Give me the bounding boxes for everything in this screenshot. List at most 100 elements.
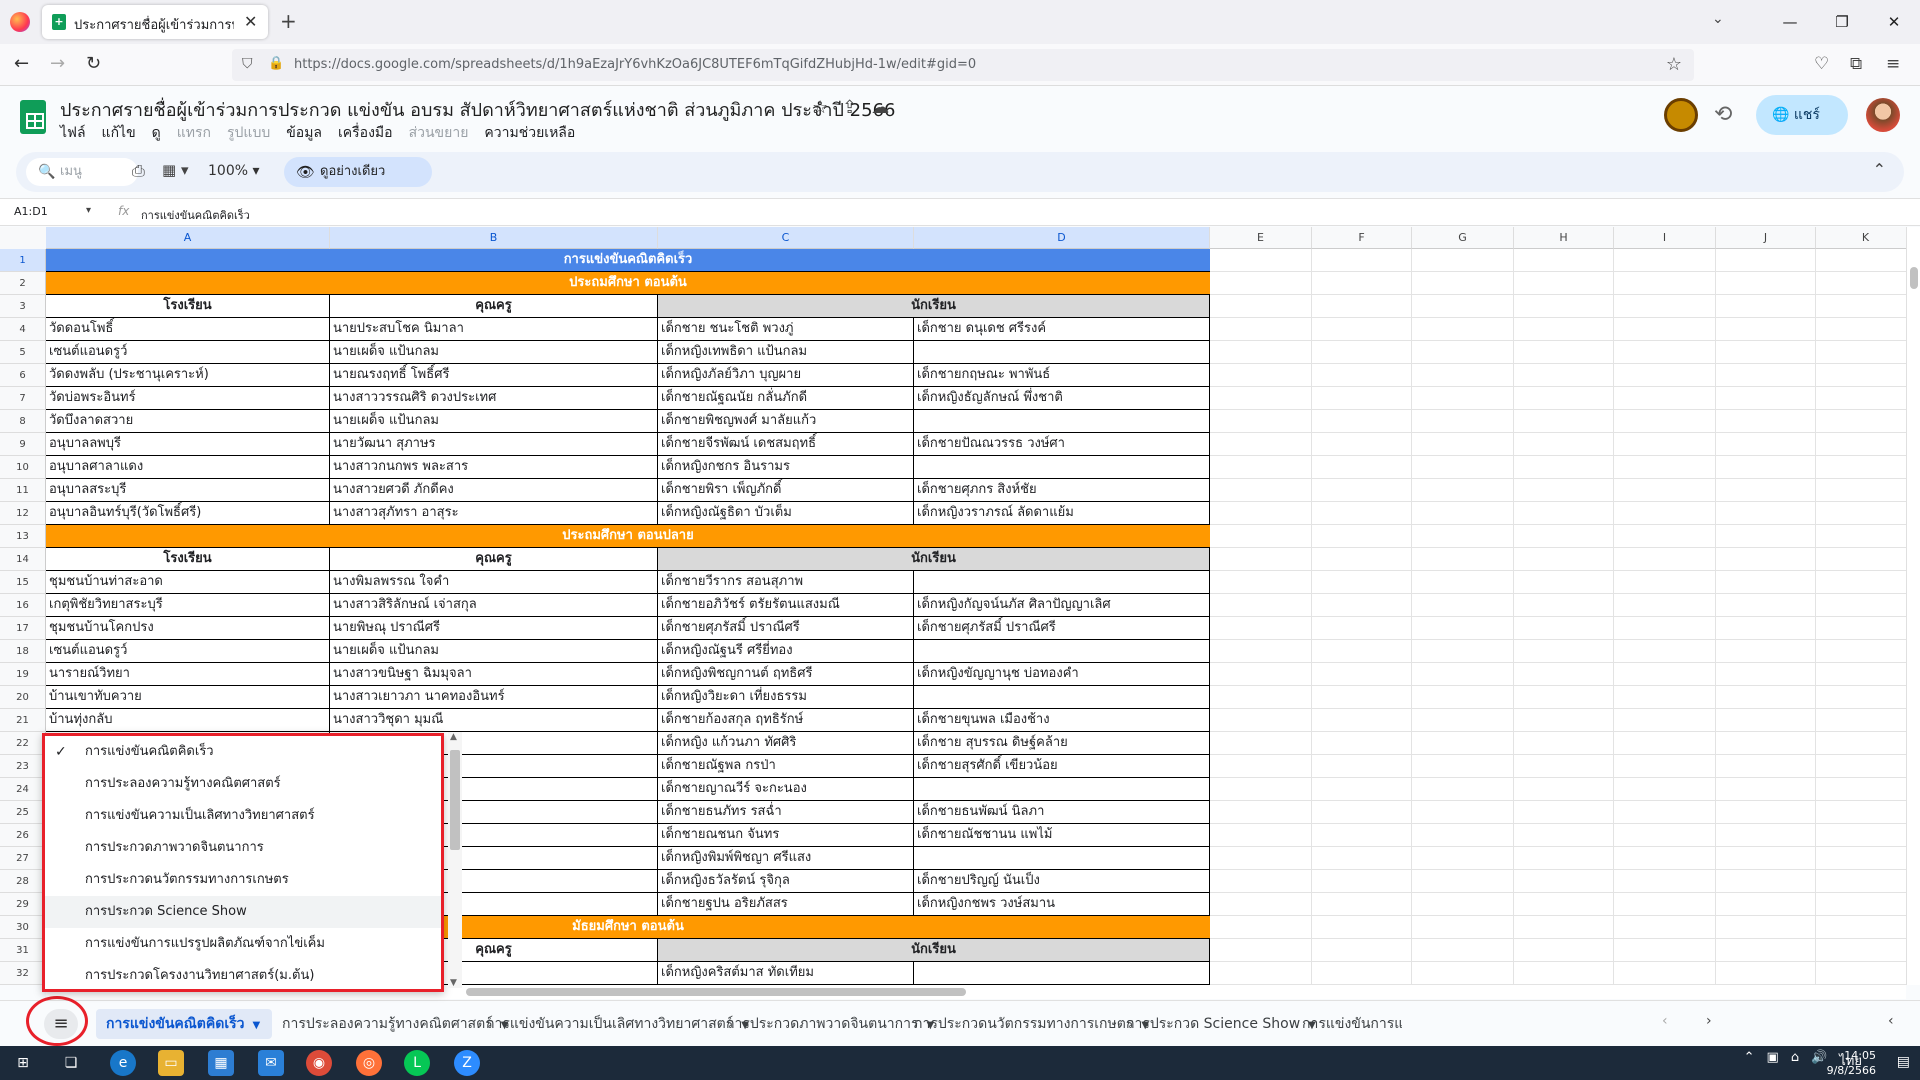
empty-cell[interactable] bbox=[1210, 732, 1312, 755]
cell-d[interactable]: เด็กหญิงกชพร วงษ์สมาน bbox=[914, 893, 1210, 916]
row-header[interactable]: 18 bbox=[0, 640, 46, 663]
empty-cell[interactable] bbox=[1514, 755, 1614, 778]
empty-cell[interactable] bbox=[1614, 594, 1716, 617]
cell-d[interactable] bbox=[914, 571, 1210, 594]
empty-cell[interactable] bbox=[1816, 479, 1906, 502]
column-header-d[interactable]: D bbox=[914, 227, 1210, 249]
namebox-dropdown-icon[interactable]: ▾ bbox=[86, 205, 91, 216]
empty-cell[interactable] bbox=[1412, 525, 1514, 548]
empty-cell[interactable] bbox=[1816, 318, 1906, 341]
firefox-taskbar-icon[interactable]: ◎ bbox=[356, 1050, 382, 1076]
empty-cell[interactable] bbox=[1816, 456, 1906, 479]
empty-cell[interactable] bbox=[1412, 594, 1514, 617]
cell-d[interactable] bbox=[914, 962, 1210, 985]
empty-cell[interactable] bbox=[1816, 272, 1906, 295]
chrome-icon[interactable]: ◉ bbox=[306, 1050, 332, 1076]
empty-cell[interactable] bbox=[1312, 387, 1412, 410]
sheet-tab[interactable]: การประกวด Science Show ▼ bbox=[1116, 1009, 1316, 1039]
row-header[interactable]: 26 bbox=[0, 824, 46, 847]
cell-b[interactable]: นางสาวขนิษฐา ฉิมมุจลา bbox=[330, 663, 658, 686]
empty-cell[interactable] bbox=[1312, 502, 1412, 525]
empty-cell[interactable] bbox=[1514, 364, 1614, 387]
empty-cell[interactable] bbox=[1412, 962, 1514, 985]
empty-cell[interactable] bbox=[1412, 709, 1514, 732]
empty-cell[interactable] bbox=[1716, 295, 1816, 318]
cell-c[interactable]: เด็กหญิงณัฐธิดา บัวเต็ม bbox=[658, 502, 914, 525]
empty-cell[interactable] bbox=[1312, 686, 1412, 709]
menu-search-input[interactable]: 🔍 เมนู bbox=[26, 158, 138, 186]
cell-c[interactable]: เด็กหญิงณัฐนรี ศรียี่ทอง bbox=[658, 640, 914, 663]
row-header[interactable]: 7 bbox=[0, 387, 46, 410]
empty-cell[interactable] bbox=[1412, 870, 1514, 893]
sheet-title-band[interactable]: การแข่งขันคณิตคิดเร็ว bbox=[46, 249, 1210, 272]
empty-cell[interactable] bbox=[1716, 801, 1816, 824]
cell-a[interactable]: เซนต์แอนดรูว์ bbox=[46, 640, 330, 663]
empty-cell[interactable] bbox=[1412, 341, 1514, 364]
empty-cell[interactable] bbox=[1614, 663, 1716, 686]
row-header[interactable]: 25 bbox=[0, 801, 46, 824]
cell-a[interactable]: วัดบึงลาดสวาย bbox=[46, 410, 330, 433]
cell-c[interactable]: เด็กชายจีรพัฒน์ เดชสมฤทธิ์ bbox=[658, 433, 914, 456]
minimize-icon[interactable]: — bbox=[1764, 0, 1816, 44]
cell-a[interactable]: บ้านเขาทับควาย bbox=[46, 686, 330, 709]
menu-data[interactable]: ข้อมูล bbox=[286, 122, 322, 144]
empty-cell[interactable] bbox=[1312, 364, 1412, 387]
empty-cell[interactable] bbox=[1614, 502, 1716, 525]
empty-cell[interactable] bbox=[1210, 617, 1312, 640]
cell-d[interactable]: เด็กชายณัชชานน แพไม้ bbox=[914, 824, 1210, 847]
empty-cell[interactable] bbox=[1716, 249, 1816, 272]
empty-cell[interactable] bbox=[1716, 617, 1816, 640]
empty-cell[interactable] bbox=[1210, 456, 1312, 479]
empty-cell[interactable] bbox=[1614, 893, 1716, 916]
empty-cell[interactable] bbox=[1614, 847, 1716, 870]
cell-d[interactable] bbox=[914, 341, 1210, 364]
empty-cell[interactable] bbox=[1514, 318, 1614, 341]
header-cell-teacher[interactable]: คุณครู bbox=[330, 548, 658, 571]
cell-c[interactable]: เด็กหญิงพิชญกานต์ ฤทธิศรี bbox=[658, 663, 914, 686]
empty-cell[interactable] bbox=[1412, 732, 1514, 755]
empty-cell[interactable] bbox=[1412, 249, 1514, 272]
zoom-icon[interactable]: Z bbox=[454, 1050, 480, 1076]
cell-c[interactable]: เด็กชายวีรากร สอนสุภาพ bbox=[658, 571, 914, 594]
empty-cell[interactable] bbox=[1816, 801, 1906, 824]
bookmark-star-icon[interactable]: ☆ bbox=[1666, 54, 1682, 75]
empty-cell[interactable] bbox=[1210, 893, 1312, 916]
empty-cell[interactable] bbox=[1514, 548, 1614, 571]
empty-cell[interactable] bbox=[1614, 295, 1716, 318]
store-icon[interactable]: ▦ bbox=[208, 1050, 234, 1076]
menu-format[interactable]: รูปแบบ bbox=[227, 122, 270, 144]
cell-b[interactable]: นายวัฒนา สุภาษร bbox=[330, 433, 658, 456]
column-header-b[interactable]: B bbox=[330, 227, 658, 249]
cell-b[interactable]: นางสาววิชุดา มุมณี bbox=[330, 709, 658, 732]
cell-c[interactable]: เด็กชายก้องสกุล ฤทธิรักษ์ bbox=[658, 709, 914, 732]
empty-cell[interactable] bbox=[1210, 870, 1312, 893]
empty-cell[interactable] bbox=[1412, 410, 1514, 433]
empty-cell[interactable] bbox=[1816, 617, 1906, 640]
empty-cell[interactable] bbox=[1210, 916, 1312, 939]
file-explorer-icon[interactable]: ▭ bbox=[158, 1050, 184, 1076]
cell-d[interactable]: เด็กหญิงกัญจน์นภัส ศิลาปัญญาเลิศ bbox=[914, 594, 1210, 617]
empty-cell[interactable] bbox=[1210, 939, 1312, 962]
empty-cell[interactable] bbox=[1816, 502, 1906, 525]
empty-cell[interactable] bbox=[1312, 295, 1412, 318]
empty-cell[interactable] bbox=[1210, 525, 1312, 548]
empty-cell[interactable] bbox=[1816, 778, 1906, 801]
empty-cell[interactable] bbox=[1614, 318, 1716, 341]
cloud-icon[interactable]: ☁ bbox=[871, 97, 903, 118]
empty-cell[interactable] bbox=[1514, 272, 1614, 295]
menu-view[interactable]: ดู bbox=[152, 122, 161, 144]
empty-cell[interactable] bbox=[1412, 939, 1514, 962]
empty-cell[interactable] bbox=[1716, 548, 1816, 571]
task-view-icon[interactable]: ❏ bbox=[58, 1050, 84, 1076]
empty-cell[interactable] bbox=[1412, 364, 1514, 387]
cell-b[interactable]: นายเผด็จ แป้นกลม bbox=[330, 410, 658, 433]
empty-cell[interactable] bbox=[1312, 893, 1412, 916]
notification-icon[interactable]: ▤ bbox=[1897, 1054, 1910, 1070]
empty-cell[interactable] bbox=[1514, 295, 1614, 318]
empty-cell[interactable] bbox=[1816, 824, 1906, 847]
empty-cell[interactable] bbox=[1816, 962, 1906, 985]
empty-cell[interactable] bbox=[1816, 571, 1906, 594]
cell-d[interactable] bbox=[914, 640, 1210, 663]
empty-cell[interactable] bbox=[1412, 548, 1514, 571]
menu-tools[interactable]: เครื่องมือ bbox=[338, 122, 393, 144]
